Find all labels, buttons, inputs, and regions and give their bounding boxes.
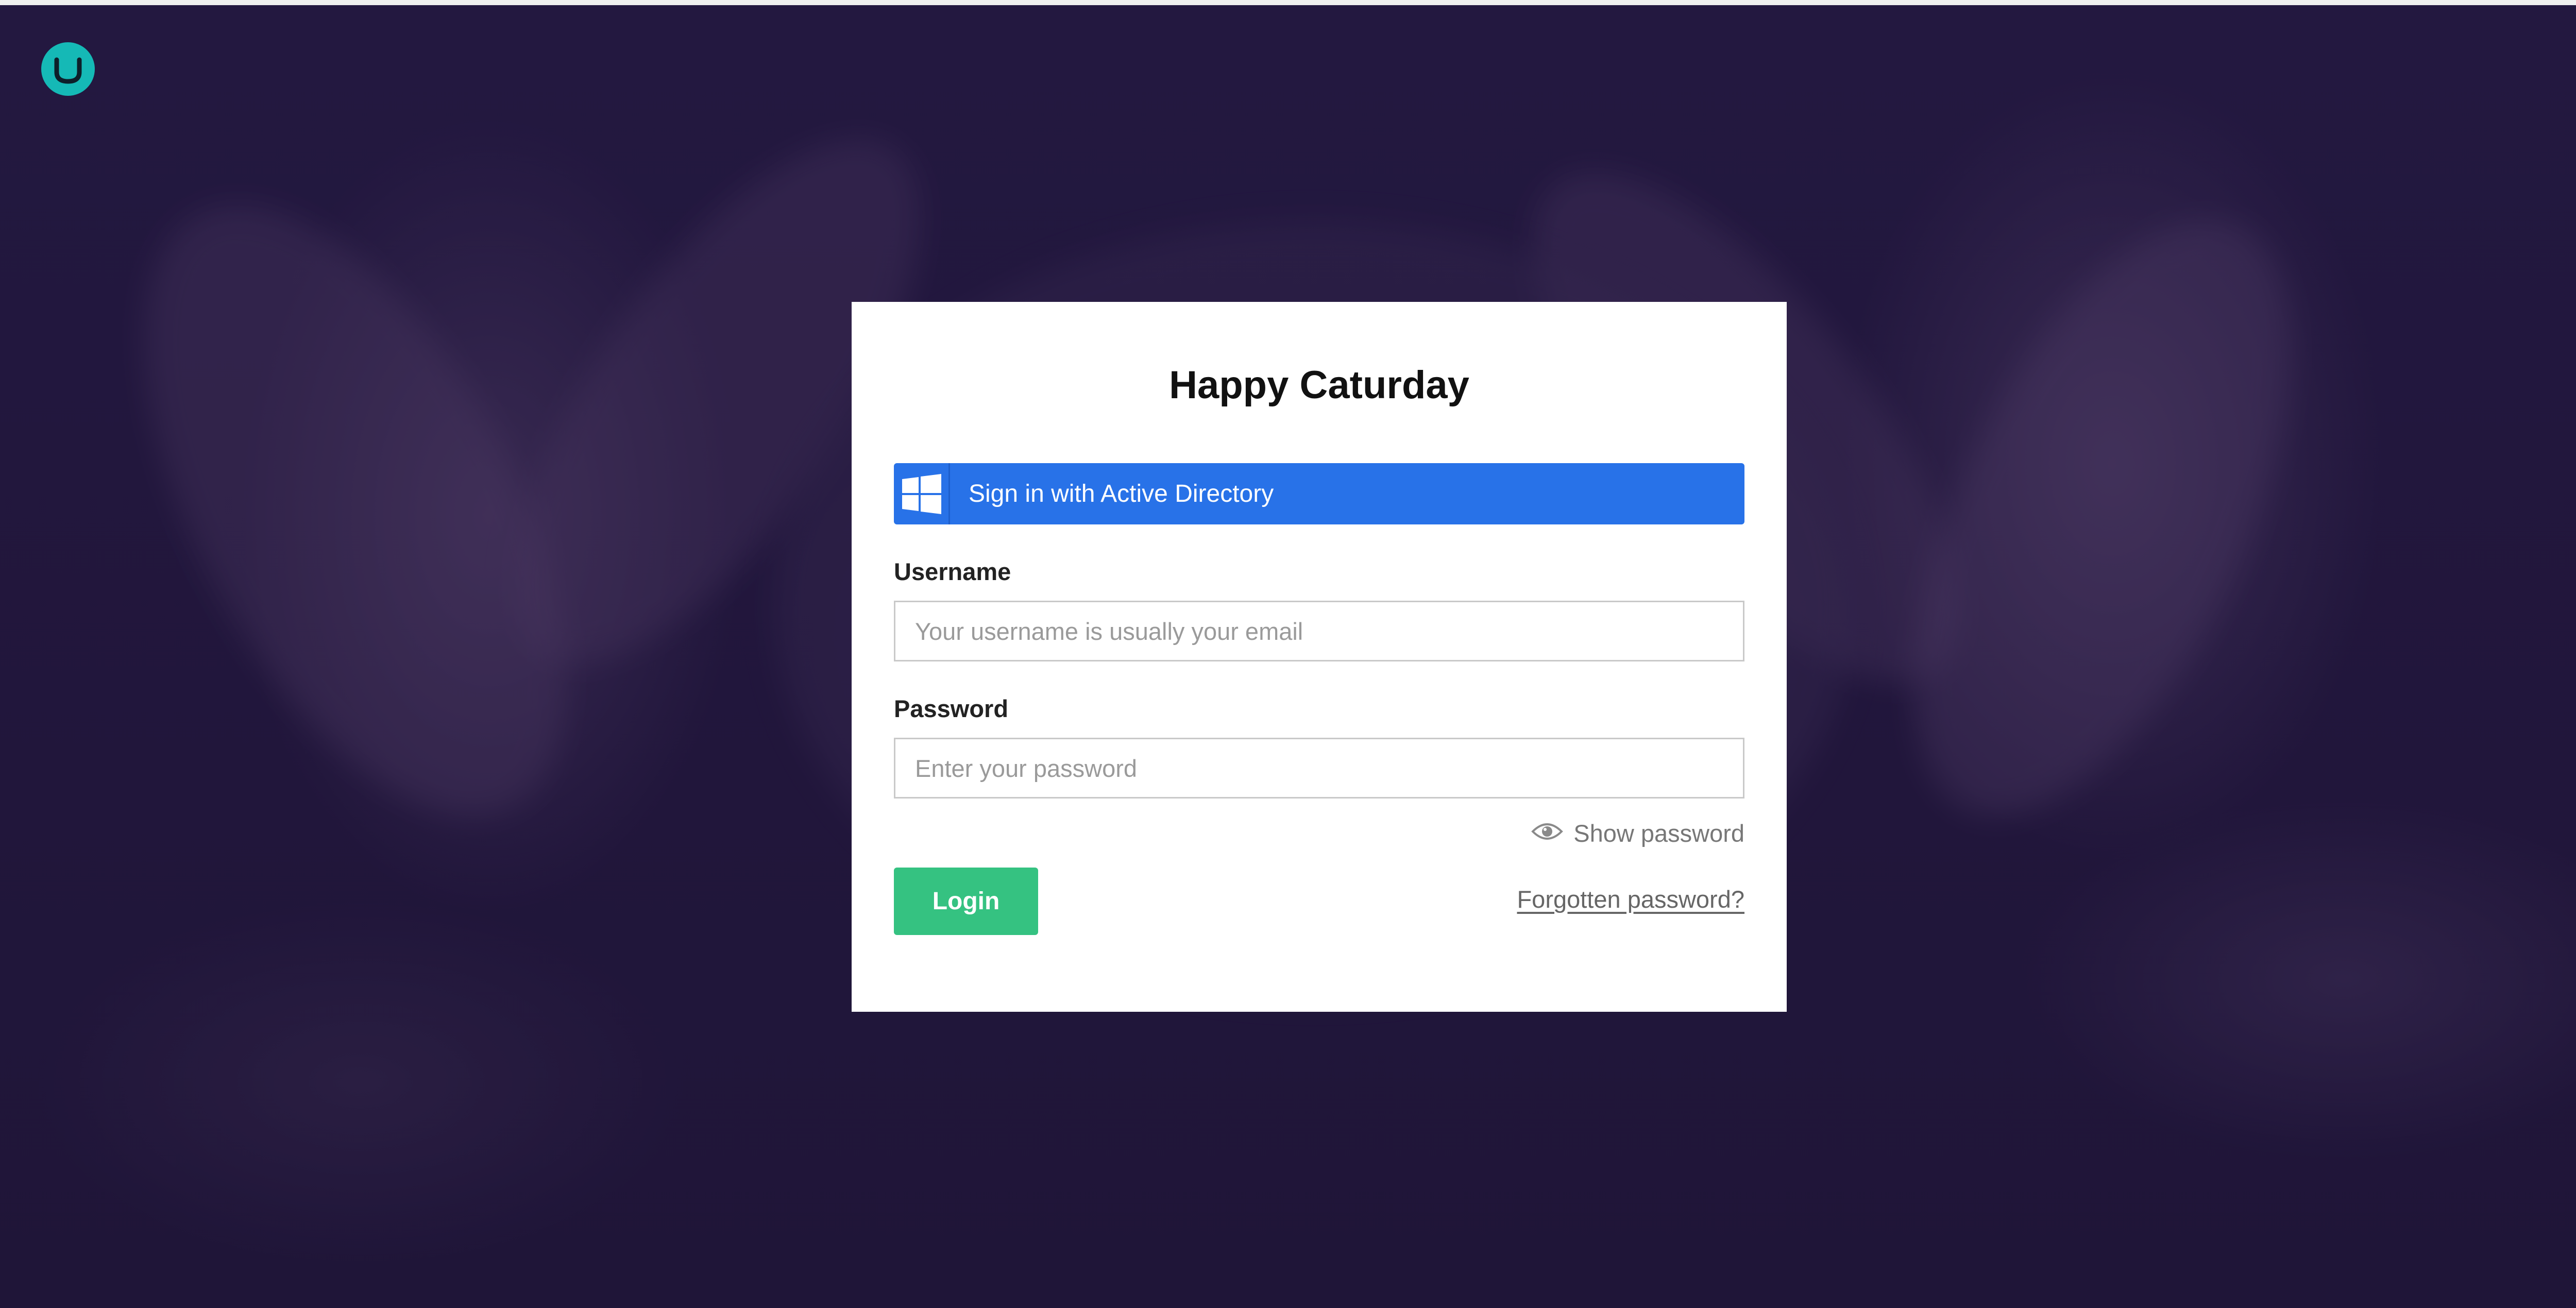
show-password-toggle[interactable]: Show password — [1531, 818, 1744, 848]
login-card: Happy Caturday Sign in with Active Direc… — [852, 302, 1787, 1012]
sign-in-active-directory-button[interactable]: Sign in with Active Directory — [894, 463, 1744, 524]
password-input[interactable] — [894, 738, 1744, 799]
login-title: Happy Caturday — [1169, 363, 1469, 407]
sign-in-active-directory-label: Sign in with Active Directory — [969, 480, 1274, 507]
show-password-label: Show password — [1573, 819, 1744, 847]
password-label: Password — [894, 695, 1009, 722]
username-label: Username — [894, 558, 1011, 585]
top-strip — [0, 0, 2576, 5]
username-input[interactable] — [894, 601, 1744, 661]
umbraco-logo-icon[interactable] — [41, 42, 95, 96]
login-page: Happy Caturday Sign in with Active Direc… — [0, 0, 2576, 1308]
login-button[interactable]: Login — [894, 868, 1038, 935]
windows-logo-icon — [894, 463, 950, 524]
forgotten-password-link[interactable]: Forgotten password? — [1517, 885, 1744, 913]
eye-icon — [1531, 819, 1564, 847]
